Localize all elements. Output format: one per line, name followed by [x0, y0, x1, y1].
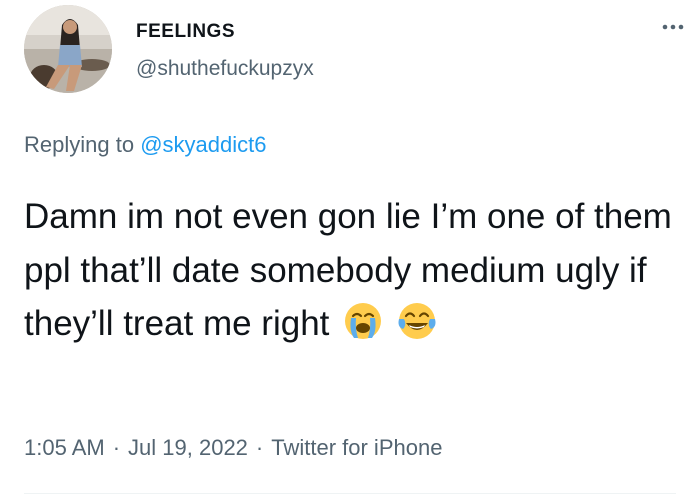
avatar[interactable]	[24, 5, 112, 93]
face-with-tears-of-joy-icon	[398, 303, 436, 339]
reply-mention-link[interactable]: @skyaddict6	[140, 132, 266, 157]
tweet-date-link[interactable]: Jul 19, 2022	[128, 435, 248, 460]
tweet-meta: 1:05 AM · Jul 19, 2022 · Twitter for iPhone	[24, 435, 442, 461]
avatar-image	[24, 5, 112, 93]
tweet-card: FEELINGS @shuthefuckupzyx Replying to @s…	[0, 0, 700, 494]
user-handle[interactable]: @shuthefuckupzyx	[136, 57, 314, 81]
replying-to-label: Replying to	[24, 132, 135, 157]
tweet-source-link[interactable]: Twitter for iPhone	[271, 435, 442, 460]
display-name[interactable]: FEELINGS	[136, 21, 235, 43]
tweet-time-link[interactable]: 1:05 AM	[24, 435, 105, 460]
more-horizontal-icon	[662, 24, 684, 30]
tweet-text: Damn im not even gon lie I’m one of them…	[24, 190, 694, 351]
meta-separator: ·	[255, 435, 264, 460]
replying-to-line: Replying to @skyaddict6	[24, 132, 266, 158]
more-options-button[interactable]	[660, 14, 686, 40]
meta-separator: ·	[112, 435, 121, 460]
loudly-crying-face-icon	[345, 303, 382, 339]
